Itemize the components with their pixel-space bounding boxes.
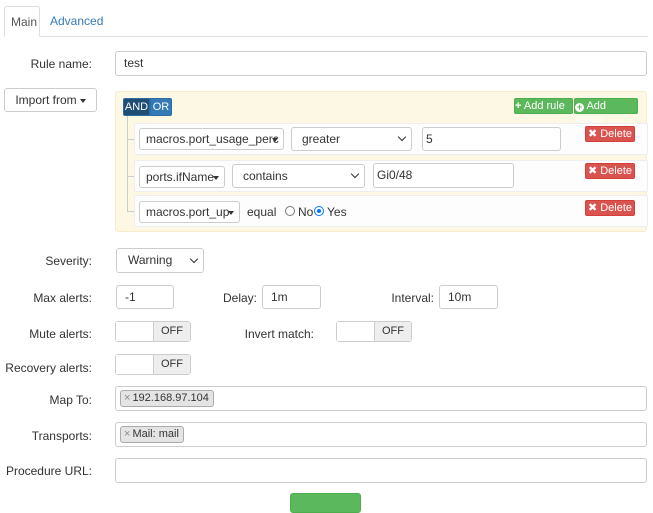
- toggle-state: OFF: [154, 355, 190, 374]
- radio-yes-label: Yes: [327, 205, 347, 219]
- rule-value-input[interactable]: 5: [422, 127, 561, 151]
- toggle-knob: [116, 355, 154, 374]
- severity-value: Warning: [128, 253, 173, 267]
- rule-operator-value: greater: [302, 132, 341, 146]
- procedure-url-input[interactable]: [115, 458, 647, 483]
- caret-down-icon: [79, 98, 86, 103]
- caret-down-icon: [213, 176, 219, 180]
- radio-yes[interactable]: [314, 206, 324, 216]
- invert-match-toggle[interactable]: OFF: [336, 321, 412, 342]
- tree-line: [127, 116, 128, 211]
- chevron-down-icon: [350, 169, 360, 179]
- rule-field-value: macros.port_usage_perc: [146, 132, 279, 146]
- rule-field-value: macros.port_up: [146, 205, 230, 219]
- import-from-label: Import from: [15, 93, 77, 107]
- rule-operator-select[interactable]: greater: [291, 127, 412, 151]
- rule-value-input[interactable]: Gi0/48: [373, 163, 514, 188]
- add-rule-label: Add rule: [523, 100, 565, 112]
- map-to-tag-label: 192.168.97.104: [132, 392, 209, 404]
- rule-name-label: Rule name:: [30, 57, 92, 71]
- toggle-knob: [116, 322, 154, 341]
- rule-field-value: ports.ifName: [146, 170, 215, 184]
- procedure-url-label: Procedure URL:: [5, 464, 92, 478]
- severity-select[interactable]: Warning: [116, 248, 204, 273]
- tab-advanced[interactable]: Advanced: [42, 6, 111, 37]
- close-icon: ✖: [587, 128, 598, 140]
- delete-rule-button[interactable]: ✖ Delete: [585, 200, 635, 216]
- mute-alerts-toggle[interactable]: OFF: [115, 321, 191, 342]
- radio-no[interactable]: [285, 206, 295, 216]
- severity-label: Severity:: [45, 254, 92, 268]
- and-toggle[interactable]: AND: [123, 98, 150, 116]
- max-alerts-label: Max alerts:: [33, 291, 92, 305]
- tab-main[interactable]: Main: [4, 6, 40, 37]
- plus-circle-icon: +: [575, 102, 584, 112]
- remove-tag-icon[interactable]: ×: [124, 428, 130, 440]
- add-rule-button[interactable]: + Add rule: [514, 98, 573, 114]
- add-group-button[interactable]: + Add group: [574, 98, 638, 126]
- rule-operator-text: equal: [247, 205, 277, 219]
- rule-name-input[interactable]: test: [115, 51, 647, 76]
- max-alerts-input[interactable]: -1: [116, 285, 174, 309]
- delay-input[interactable]: 1m: [262, 285, 321, 309]
- rule-operator-value: contains: [243, 169, 288, 183]
- delete-rule-button[interactable]: ✖ Delete: [585, 163, 635, 179]
- radio-no-label: No: [298, 205, 314, 219]
- close-icon: ✖: [587, 202, 598, 214]
- import-from-button[interactable]: Import from: [4, 88, 97, 112]
- transports-field[interactable]: × Mail: mail: [115, 422, 647, 447]
- delay-label: Delay:: [222, 291, 257, 305]
- map-to-label: Map To:: [49, 393, 92, 407]
- rule-operator-select[interactable]: contains: [232, 164, 365, 188]
- rule-field-select[interactable]: ports.ifName: [139, 166, 225, 188]
- transport-tag: × Mail: mail: [120, 426, 184, 443]
- recovery-alerts-toggle[interactable]: OFF: [115, 354, 191, 375]
- save-button[interactable]: [290, 493, 361, 513]
- caret-down-icon: [228, 211, 234, 215]
- recovery-alerts-label: Recovery alerts:: [5, 361, 92, 375]
- interval-input[interactable]: 10m: [439, 285, 498, 309]
- toggle-state: OFF: [375, 322, 411, 341]
- delete-label: Delete: [600, 202, 633, 214]
- remove-tag-icon[interactable]: ×: [124, 392, 130, 404]
- toggle-state: OFF: [154, 322, 190, 341]
- interval-label: Interval:: [391, 291, 434, 305]
- chevron-down-icon: [397, 132, 407, 142]
- chevron-down-icon: [189, 254, 199, 264]
- or-toggle[interactable]: OR: [150, 98, 172, 116]
- delete-label: Delete: [600, 165, 633, 177]
- transport-tag-label: Mail: mail: [132, 428, 179, 440]
- map-to-tag: × 192.168.97.104: [120, 390, 214, 407]
- rule-field-select[interactable]: macros.port_usage_perc: [139, 128, 284, 150]
- close-icon: ✖: [587, 165, 598, 177]
- caret-down-icon: [272, 138, 278, 142]
- plus-icon: +: [515, 100, 522, 112]
- map-to-field[interactable]: × 192.168.97.104: [115, 386, 647, 411]
- delete-rule-button[interactable]: ✖ Delete: [585, 126, 635, 142]
- toggle-knob: [337, 322, 375, 341]
- mute-alerts-label: Mute alerts:: [29, 327, 92, 341]
- invert-match-label: Invert match:: [244, 327, 314, 341]
- delete-label: Delete: [600, 128, 633, 140]
- rule-field-select[interactable]: macros.port_up: [139, 201, 240, 223]
- transports-label: Transports:: [31, 429, 92, 443]
